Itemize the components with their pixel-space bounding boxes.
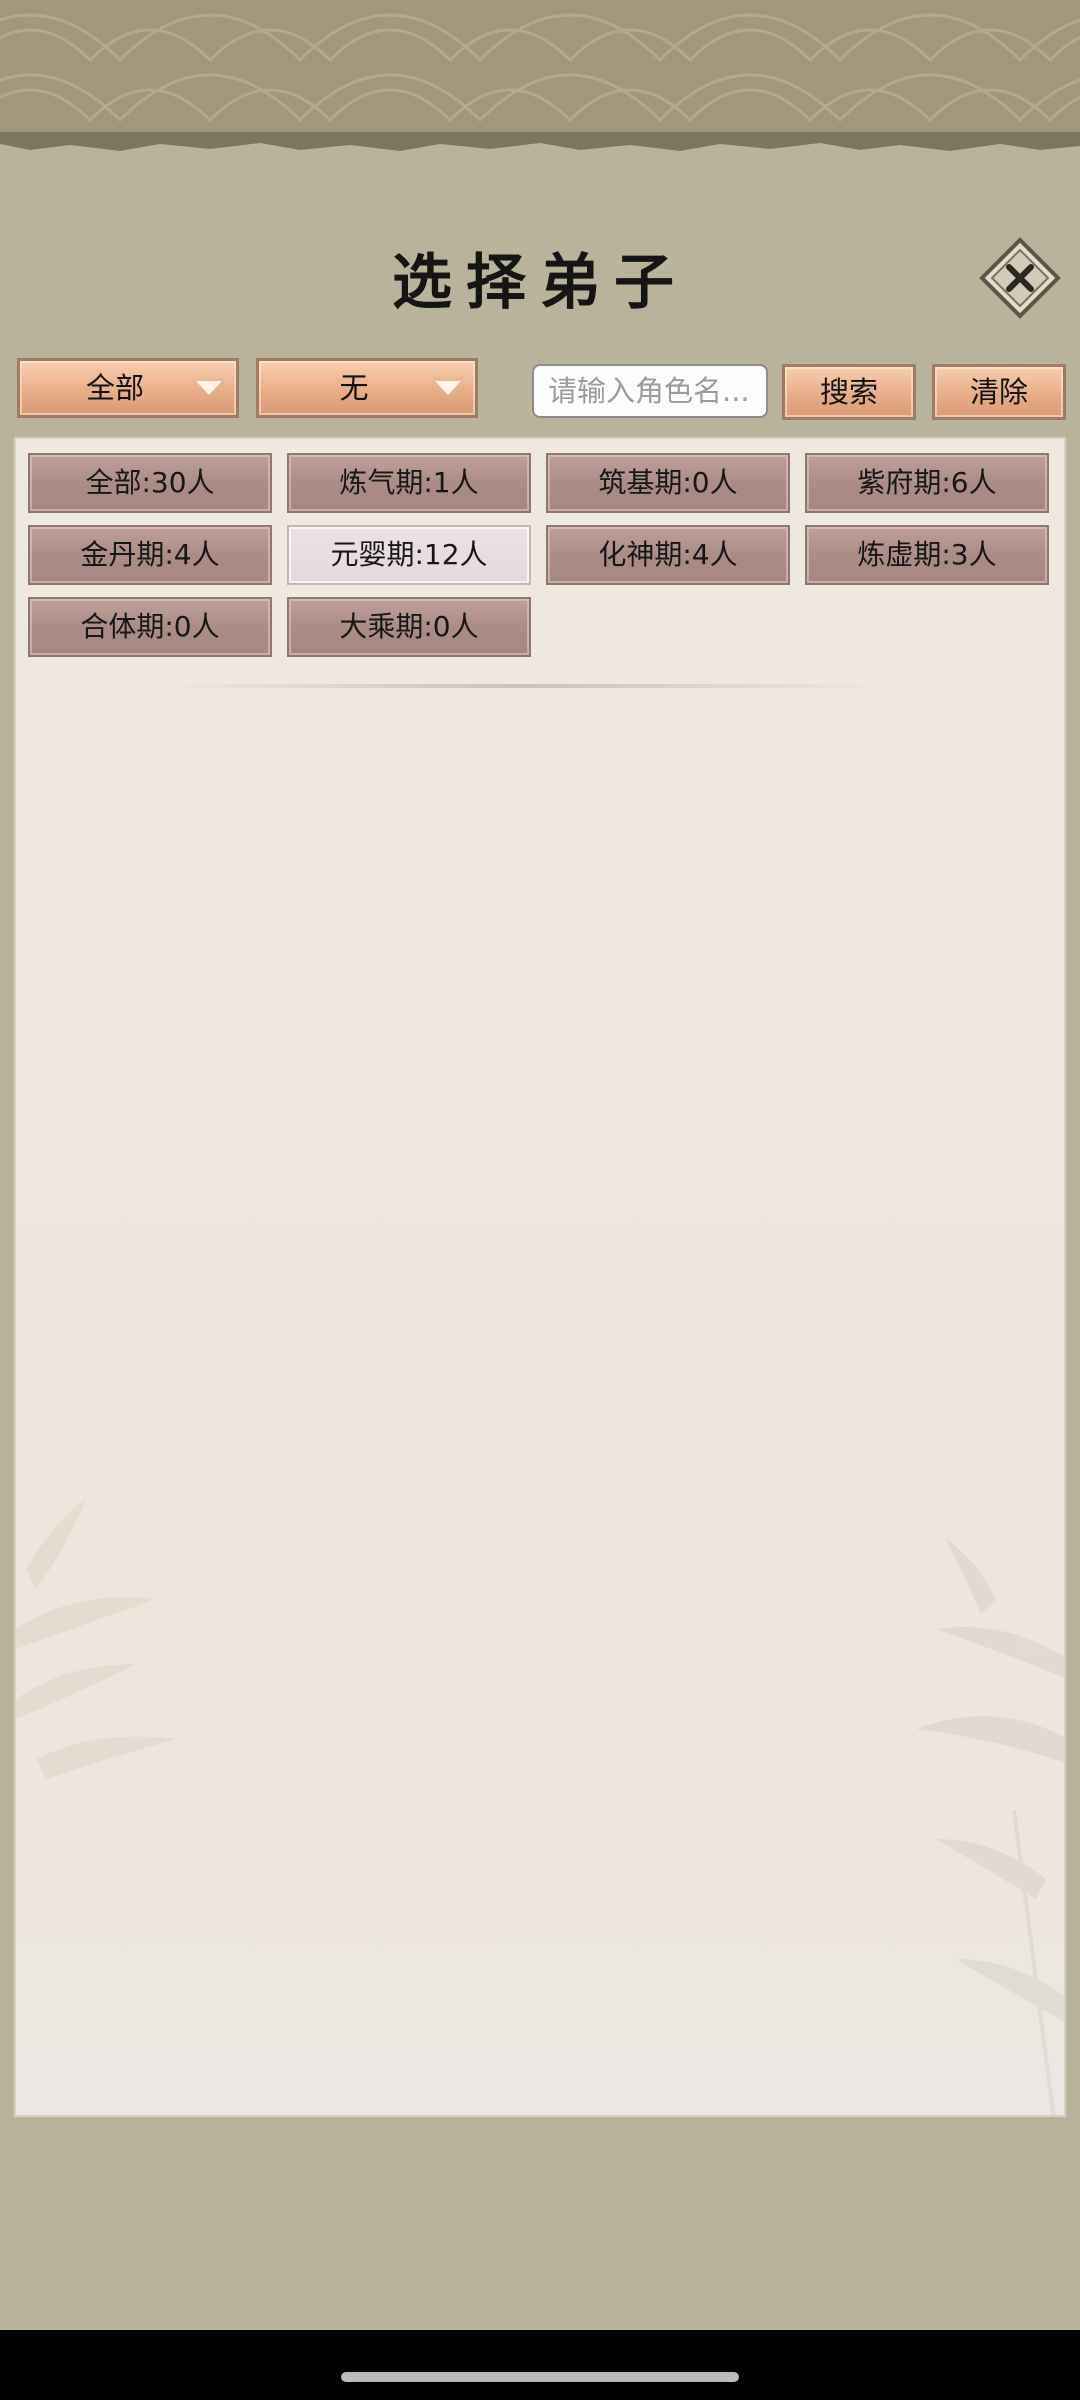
secondary-filter-value: 无: [339, 371, 369, 405]
search-button[interactable]: 搜索: [782, 364, 916, 420]
chevron-down-icon: [435, 381, 461, 395]
character-name-search-input[interactable]: [532, 364, 768, 418]
torn-paper-edge-top: [0, 132, 1080, 162]
realm-filter-chip[interactable]: 炼虚期:3人: [805, 525, 1049, 585]
realm-filter-chip[interactable]: 紫府期:6人: [805, 453, 1049, 513]
realm-filter-chip[interactable]: 合体期:0人: [28, 597, 272, 657]
clear-button[interactable]: 清除: [932, 364, 1066, 420]
realm-filter-chip[interactable]: 全部:30人: [28, 453, 272, 513]
realm-filter-chip[interactable]: 炼气期:1人: [287, 453, 531, 513]
navigation-bar: [0, 2330, 1080, 2400]
realm-filter-chip[interactable]: 大乘期:0人: [287, 597, 531, 657]
divider: [166, 684, 876, 688]
close-icon: [979, 237, 1061, 319]
top-wave-banner: [0, 0, 1080, 150]
bamboo-decoration: [16, 1499, 1064, 2115]
close-button[interactable]: [978, 236, 1062, 320]
realm-filter-chip[interactable]: 金丹期:4人: [28, 525, 272, 585]
wave-pattern: [0, 0, 1080, 150]
disciple-list-panel: 全部:30人 炼气期:1人 筑基期:0人 紫府期:6人金丹期:4人 元婴期:12人 化神期…: [14, 437, 1066, 2117]
realm-filter-chip[interactable]: 元婴期:12人: [287, 525, 531, 585]
home-indicator[interactable]: [341, 2372, 739, 2382]
realm-filter-chip[interactable]: 筑基期:0人: [546, 453, 790, 513]
realm-filter-value: 全部: [85, 371, 144, 405]
chevron-down-icon: [196, 381, 222, 395]
realm-filter-dropdown[interactable]: 全部: [17, 358, 239, 418]
secondary-filter-dropdown[interactable]: 无: [256, 358, 478, 418]
realm-filter-chip[interactable]: 化神期:4人: [546, 525, 790, 585]
page-title: 选择弟子: [392, 248, 688, 318]
select-disciple-screen: 选择弟子 全部 无 搜索 清除: [0, 0, 1080, 2400]
